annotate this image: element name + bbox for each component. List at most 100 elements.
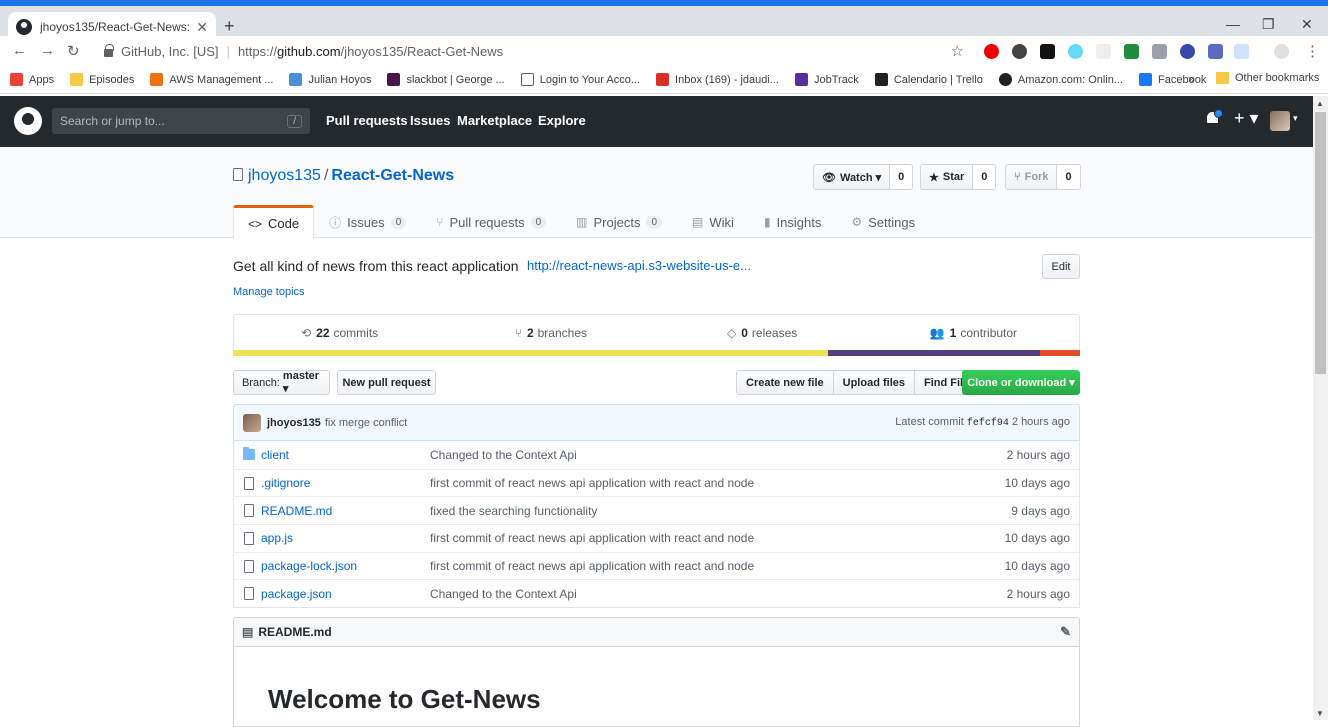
repo-homepage-link[interactable]: http://react-news-api.s3-website-us-e...: [527, 258, 751, 273]
edit-description-button[interactable]: Edit: [1042, 254, 1080, 279]
language-segment-2[interactable]: [1040, 350, 1080, 356]
language-segment-0[interactable]: [233, 350, 829, 356]
close-window-button[interactable]: ✕: [1301, 16, 1313, 33]
clone-or-download-button[interactable]: Clone or download ▾: [962, 370, 1080, 395]
commits-link[interactable]: ⟲ 22 commits: [234, 315, 445, 350]
nav-pull-requests[interactable]: Pull requests: [326, 113, 408, 128]
scroll-up-arrow-icon[interactable]: ▲: [1316, 99, 1324, 108]
github-logo-icon[interactable]: [14, 107, 42, 135]
create-new-file-button[interactable]: Create new file: [737, 371, 834, 394]
blank-extension-icon[interactable]: [1096, 44, 1111, 59]
releases-link[interactable]: ◇ 0 releases: [657, 315, 868, 350]
bookmark-episodes[interactable]: Episodes: [70, 73, 134, 86]
repo-owner-link[interactable]: jhoyos135: [248, 167, 321, 184]
file-name-link[interactable]: app.js: [261, 531, 430, 545]
search-input[interactable]: Search or jump to... /: [52, 108, 310, 134]
repo-icon: [233, 168, 243, 181]
wordpress-extension-icon[interactable]: [1012, 44, 1027, 59]
nav-issues[interactable]: Issues: [410, 113, 450, 128]
fork-count[interactable]: 0: [1057, 165, 1080, 189]
tab-close-icon[interactable]: ✕: [196, 19, 208, 36]
file-commit-message-link[interactable]: Changed to the Context Api: [430, 448, 969, 462]
watch-count[interactable]: 0: [890, 165, 913, 189]
browser-menu-icon[interactable]: ⋮: [1305, 42, 1320, 60]
bookmark-julian-hoyos[interactable]: Julian Hoyos: [289, 73, 371, 86]
tab-insights[interactable]: ▮ Insights: [749, 205, 836, 238]
bookmark-trello[interactable]: Calendario | Trello: [874, 73, 983, 86]
scrollbar-thumb[interactable]: [1315, 112, 1326, 374]
create-new-dropdown[interactable]: + ▾: [1234, 108, 1259, 129]
commit-author-link[interactable]: jhoyos135: [267, 417, 321, 429]
file-commit-message-link[interactable]: first commit of react news api applicati…: [430, 476, 969, 490]
tab-wiki[interactable]: ▤ Wiki: [677, 205, 749, 238]
star-button[interactable]: ★ Star: [921, 165, 974, 189]
language-segment-1[interactable]: [828, 350, 1041, 356]
dark-extension-icon[interactable]: [1040, 44, 1055, 59]
bookmark-login[interactable]: Login to Your Acco...: [520, 73, 640, 86]
bookmark-inbox[interactable]: Inbox (169) - jdaudi...: [656, 73, 779, 86]
grid-extension-icon[interactable]: [1208, 44, 1223, 59]
star-count[interactable]: 0: [973, 165, 996, 189]
file-name-link[interactable]: .gitignore: [261, 476, 430, 490]
bookmark-jobtrack[interactable]: JobTrack: [794, 73, 859, 86]
file-name-link[interactable]: package-lock.json: [261, 559, 430, 573]
bookmarks-overflow-button[interactable]: »: [1188, 72, 1195, 86]
nav-explore[interactable]: Explore: [538, 113, 586, 128]
other-bookmarks[interactable]: Other bookmarks: [1216, 72, 1319, 84]
forward-icon[interactable]: →: [40, 42, 55, 59]
address-bar[interactable]: GitHub, Inc. [US] | https://github.com/j…: [96, 39, 972, 63]
commit-sha-link[interactable]: fefcf94: [967, 418, 1009, 429]
contributors-link[interactable]: 👥 1 contributor: [868, 315, 1079, 350]
scroll-down-arrow-icon[interactable]: ▼: [1316, 709, 1324, 718]
react-devtools-icon[interactable]: [1068, 44, 1083, 59]
reload-icon[interactable]: ↻: [67, 42, 80, 60]
manage-topics-link[interactable]: Manage topics: [233, 286, 305, 298]
vue-extension-icon[interactable]: [1152, 44, 1167, 59]
commit-message-link[interactable]: fix merge conflict: [325, 417, 408, 429]
tab-settings[interactable]: ⚙ Settings: [836, 205, 930, 238]
tab-pull-requests[interactable]: ⑂ Pull requests 0: [421, 205, 561, 238]
nav-marketplace[interactable]: Marketplace: [457, 113, 532, 128]
blue-extension-icon[interactable]: [1180, 44, 1195, 59]
tab-code[interactable]: <> Code: [233, 205, 315, 239]
avatar-caret-icon[interactable]: ▾: [1293, 113, 1298, 124]
light-extension-icon[interactable]: [1234, 44, 1249, 59]
minimize-button[interactable]: —: [1226, 16, 1240, 32]
fork-button[interactable]: ⑂ Fork: [1006, 165, 1058, 189]
profile-icon[interactable]: [1274, 44, 1289, 59]
new-tab-button[interactable]: +: [224, 16, 235, 37]
bookmark-slackbot[interactable]: slackbot | George ...: [387, 73, 505, 86]
author-avatar[interactable]: [243, 413, 261, 432]
file-commit-message-link[interactable]: first commit of react news api applicati…: [430, 531, 969, 545]
file-name-link[interactable]: client: [261, 448, 430, 462]
bookmark-amazon[interactable]: Amazon.com: Onlin...: [998, 73, 1123, 86]
green-extension-icon[interactable]: [1124, 44, 1139, 59]
notification-bell-icon[interactable]: [1206, 109, 1223, 126]
bookmark-facebook[interactable]: Facebook: [1139, 73, 1206, 86]
branches-link[interactable]: ⑂ 2 branches: [445, 315, 656, 350]
bookmark-apps[interactable]: Apps: [10, 73, 54, 86]
watch-button[interactable]: 👁 Watch ▾: [814, 165, 891, 189]
new-pull-request-button[interactable]: New pull request: [337, 370, 436, 395]
file-commit-message-link[interactable]: first commit of react news api applicati…: [430, 559, 969, 573]
repo-name-link[interactable]: React-Get-News: [331, 167, 454, 184]
branch-selector[interactable]: Branch: master ▾: [233, 370, 330, 395]
tab-issues[interactable]: ⓘ Issues 0: [314, 205, 421, 238]
table-row: client Changed to the Context Api 2 hours …: [234, 441, 1079, 469]
file-commit-message-link[interactable]: Changed to the Context Api: [430, 587, 969, 601]
bookmark-star-icon[interactable]: ☆: [951, 42, 964, 60]
restore-button[interactable]: ❐: [1262, 16, 1275, 33]
bookmark-aws[interactable]: AWS Management ...: [150, 73, 273, 86]
file-name-link[interactable]: package.json: [261, 587, 430, 601]
book-icon: ▤: [692, 215, 704, 229]
file-commit-message-link[interactable]: fixed the searching functionality: [430, 504, 969, 518]
upload-files-button[interactable]: Upload files: [833, 371, 915, 394]
file-icon: [244, 476, 254, 490]
language-bar[interactable]: [233, 350, 1080, 356]
opera-extension-icon[interactable]: [984, 44, 999, 59]
tab-projects[interactable]: ▥ Projects 0: [561, 205, 677, 238]
edit-readme-pencil-icon[interactable]: ✎: [1060, 624, 1071, 640]
user-avatar[interactable]: [1270, 111, 1290, 131]
back-icon[interactable]: ←: [12, 42, 27, 59]
file-name-link[interactable]: README.md: [261, 504, 430, 518]
